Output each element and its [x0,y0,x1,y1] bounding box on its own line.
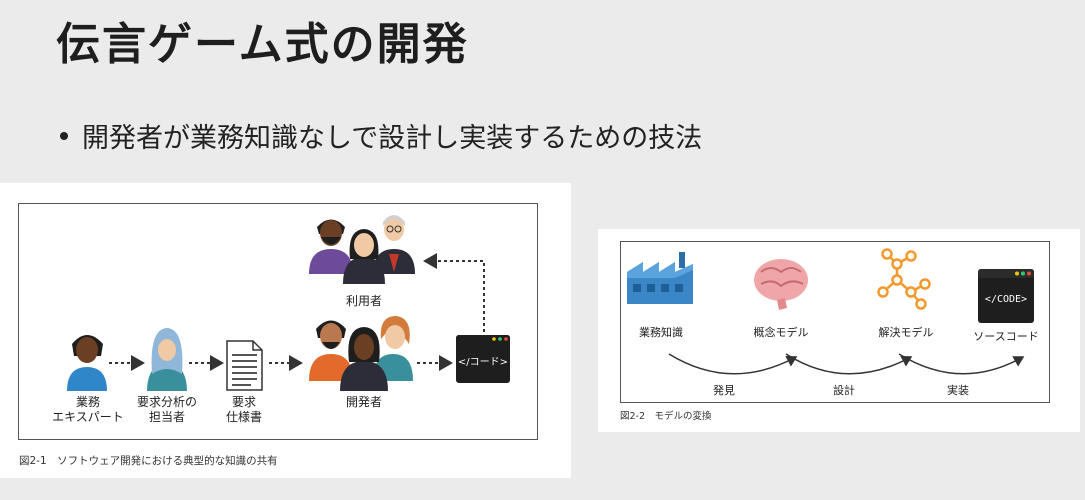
bullet-dot [60,131,68,140]
requirements-spec-document-icon [226,340,263,391]
users-label: 利用者 [345,294,382,308]
transform-arrows [668,353,1025,375]
developers-label: 開発者 [345,395,382,409]
requirements-analyst-icon [147,328,187,391]
network-icon [877,248,931,310]
step-discover-label: 発見 [713,384,735,397]
source-code-label: ソースコード [973,330,1039,343]
developers-group-icon [309,316,413,391]
code-tag-label: </CODE> [984,294,1028,305]
slide-title: 伝言ゲーム式の開発 [56,19,469,70]
requirements-analyst-label: 要求分析の 担当者 [136,395,197,424]
step-design-label: 設計 [833,384,855,397]
brain-icon [754,259,808,310]
figure-2-drawing [627,248,1034,375]
figure-2-panel: 業務知識 概念モデル 解決モデル ソースコード </CODE> 発見 設計 実装… [598,229,1080,432]
requirements-spec-label: 要求 仕様書 [225,395,262,424]
users-group-icon [309,215,415,284]
bullet-text: 開発者が業務知識なしで設計し実装するための技法 [82,123,703,154]
code-window-label: </コード> [457,357,509,368]
concept-model-label: 概念モデル [753,326,809,339]
figure-2-caption: 図2-2 モデルの変換 [620,411,712,422]
business-knowledge-label: 業務知識 [639,326,683,339]
business-expert-label: 業務 エキスパート [52,395,124,424]
figure-1-panel: 業務 エキスパート 要求分析の 担当者 要求 仕様書 開発者 利用者 </コード… [0,183,571,478]
bullet-item: 開発者が業務知識なしで設計し実装するための技法 [60,116,702,155]
factory-icon [627,252,693,304]
step-implement-label: 実装 [947,384,969,397]
solution-model-label: 解決モデル [878,326,934,339]
business-expert-icon [67,335,107,391]
figure-2-frame: 業務知識 概念モデル 解決モデル ソースコード </CODE> 発見 設計 実装 [620,241,1050,403]
figure-1-caption: 図2-1 ソフトウェア開発における典型的な知識の共有 [19,455,278,467]
figure-1-frame: 業務 エキスパート 要求分析の 担当者 要求 仕様書 開発者 利用者 </コード… [18,203,538,440]
